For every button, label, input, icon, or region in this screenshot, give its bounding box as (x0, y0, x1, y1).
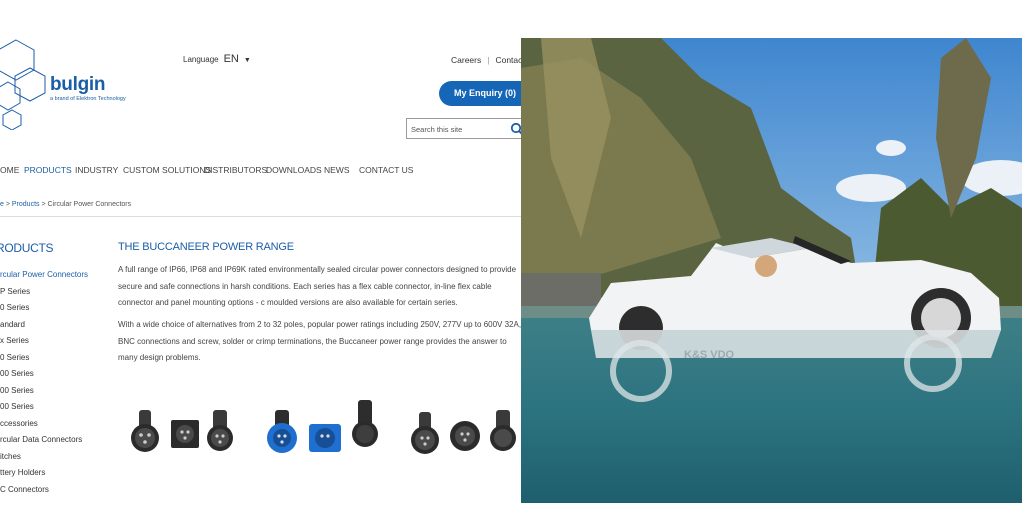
content-title: THE BUCCANEER POWER RANGE (118, 241, 294, 253)
language-code: EN (223, 53, 239, 65)
sidebar-item[interactable]: 00 Series (0, 402, 88, 419)
sidebar-item[interactable]: rcular Data Connectors (0, 435, 88, 452)
main-nav: OME PRODUCTS INDUSTRY CUSTOM SOLUTIONS DISTR… (0, 165, 413, 175)
car-logo-text: K&S VDO (684, 349, 735, 361)
content-paragraph: With a wide choice of alternatives from … (118, 320, 522, 362)
sidebar-item[interactable]: 0 Series (0, 353, 88, 370)
sidebar-item[interactable]: itches (0, 452, 88, 469)
caret-down-icon: ▼ (243, 57, 251, 64)
nav-item-downloads[interactable]: DOWNLOADS (266, 165, 324, 175)
nav-item-products[interactable]: PRODUCTS (24, 165, 75, 175)
nav-item-industry[interactable]: INDUSTRY (75, 165, 123, 175)
shoreline-rocks (521, 273, 601, 308)
sidebar-item[interactable]: 00 Series (0, 386, 88, 403)
breadcrumb-products[interactable]: Products (12, 201, 40, 208)
careers-link[interactable]: Careers (451, 55, 481, 65)
sidebar-item[interactable]: P Series (0, 287, 88, 304)
amphibious-car-photo: K&S VDO (521, 38, 1022, 503)
nav-item-ome[interactable]: OME (0, 165, 24, 175)
sidebar-heading: RODUCTS (0, 241, 54, 255)
sidebar-item[interactable]: rcular Power Connectors (0, 270, 88, 287)
search-box (406, 118, 522, 139)
connector-product-images[interactable] (120, 396, 522, 476)
breadcrumb-current: Circular Power Connectors (47, 201, 132, 208)
sidebar-item[interactable]: C Connectors (0, 485, 88, 502)
grey-connector-group (411, 410, 516, 454)
sidebar-item[interactable]: 0 Series (0, 303, 88, 320)
sidebar-item[interactable]: ttery Holders (0, 468, 88, 485)
content-paragraph: A full range of IP66, IP68 and IP69K rat… (118, 265, 517, 307)
contact-link[interactable]: Contact U (495, 55, 522, 65)
sidebar-item[interactable]: 00 Series (0, 369, 88, 386)
header-divider (0, 216, 522, 217)
sidebar-item[interactable]: andard (0, 320, 88, 337)
my-enquiry-button[interactable]: My Enquiry (0) (439, 81, 522, 106)
sidebar-menu: rcular Power Connectors P Series 0 Series a… (0, 270, 88, 501)
nav-item-contact-us[interactable]: CONTACT US (359, 165, 413, 175)
breadcrumb-separator: > (3, 201, 12, 208)
driver-head (755, 255, 777, 277)
nav-item-distributors[interactable]: DISTRIBUTORS (204, 165, 267, 175)
link-separator: | (487, 55, 490, 65)
brand-tagline: a brand of Elektron Technology (50, 96, 126, 102)
top-links: Careers | Contact U (451, 55, 522, 65)
breadcrumb: e > Products > Circular Power Connectors (0, 201, 131, 208)
sidebar-item[interactable]: ccessories (0, 419, 88, 436)
nav-item-custom-solutions[interactable]: CUSTOM SOLUTIONS (123, 165, 211, 175)
blue-connector-group (267, 400, 378, 453)
language-selector[interactable]: Language EN ▼ (183, 53, 251, 65)
language-label: Language (183, 55, 219, 64)
brand-name: bulgin (50, 74, 106, 95)
nav-item-news[interactable]: NEWS (324, 165, 359, 175)
sidebar-item[interactable]: x Series (0, 336, 88, 353)
website-screenshot: bulgin a brand of Elektron Technology La… (0, 0, 522, 508)
breadcrumb-separator: > (39, 201, 48, 208)
search-input[interactable] (411, 123, 501, 135)
black-connector-group (131, 410, 233, 452)
